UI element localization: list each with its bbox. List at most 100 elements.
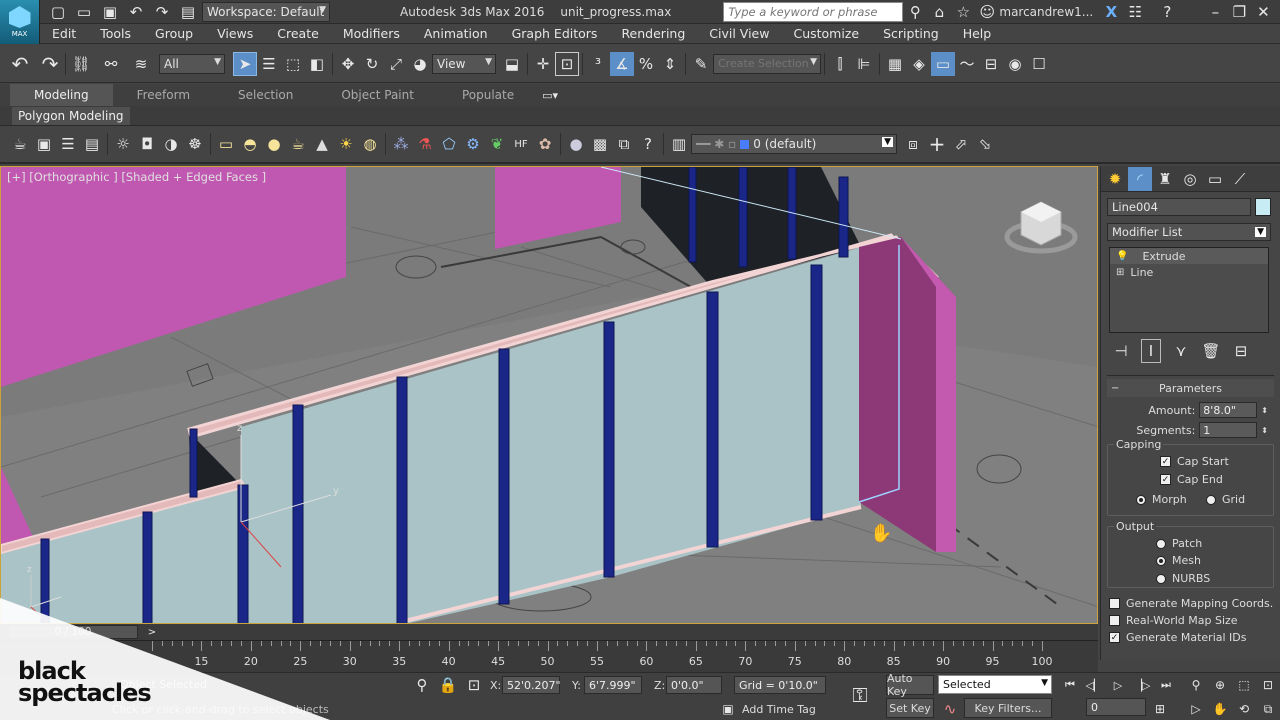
user-name[interactable]: marcandrew1... (999, 5, 1099, 19)
material-editor-icon[interactable]: ◉ (1003, 52, 1027, 76)
nurbs-radio[interactable]: NURBS (1156, 572, 1210, 585)
menu-modifiers[interactable]: Modifiers (331, 24, 412, 44)
snaps-toggle-icon[interactable]: ³ (586, 52, 610, 76)
configure-sets-icon[interactable]: ⊟ (1231, 339, 1251, 363)
generate-mapping-checkbox[interactable]: Generate Mapping Coords. (1107, 597, 1274, 610)
select-and-scale-icon[interactable]: ⤢ (384, 52, 408, 76)
hierarchy-tab-icon[interactable]: ♜ (1153, 167, 1177, 191)
help-icon[interactable]: ? (1155, 0, 1179, 24)
expand-plus-icon[interactable]: ⊞ (1116, 267, 1124, 278)
plane-icon[interactable]: ▭ (214, 132, 238, 156)
key-icon[interactable]: ⚿ (848, 683, 872, 707)
select-manipulate-icon[interactable]: ✛ (531, 52, 555, 76)
schematic-view-icon[interactable]: ⊟ (979, 52, 1003, 76)
selection-lock-icon[interactable]: 🔒 (436, 673, 460, 697)
hair-fur-icon[interactable]: HF (509, 132, 533, 156)
next-frame-icon[interactable]: ▕▷ (1130, 673, 1154, 697)
favorites-star-icon[interactable]: ☆ (951, 0, 975, 24)
layer-stack-icon[interactable]: ⧈ (901, 132, 925, 156)
new-file-icon[interactable]: ▢ (46, 0, 70, 24)
mirror-icon[interactable]: ⫿ (828, 52, 852, 76)
grid-list-icon[interactable]: ▤ (80, 132, 104, 156)
redo-icon[interactable]: ↷ (150, 0, 174, 24)
foliage-icon[interactable]: ❦ (485, 132, 509, 156)
auto-key-button[interactable]: Auto Key (886, 672, 934, 698)
named-selection-set-dropdown[interactable]: ▼ (713, 53, 821, 74)
select-and-rotate-icon[interactable]: ↻ (360, 52, 384, 76)
redo-icon[interactable]: ↷ (38, 52, 62, 76)
image-icon[interactable]: ▣ (32, 132, 56, 156)
menu-tools[interactable]: Tools (88, 24, 143, 44)
select-object-icon[interactable]: ➤ (233, 51, 257, 76)
exchange-icon[interactable]: X (1099, 0, 1123, 24)
orbit-icon[interactable]: ⟲ (1232, 697, 1256, 720)
menu-animation[interactable]: Animation (412, 24, 500, 44)
account-icon[interactable]: ☷ (1123, 0, 1147, 24)
light-lister-icon[interactable]: ☼ (111, 132, 135, 156)
keyboard-shortcut-override-icon[interactable]: ⊡ (555, 51, 579, 76)
polygon-modeling-label[interactable]: Polygon Modeling (12, 106, 130, 125)
generate-material-ids-checkbox[interactable]: ✓ Generate Material IDs (1107, 631, 1274, 644)
menu-customize[interactable]: Customize (781, 24, 871, 44)
zoom-extents-all-icon[interactable]: ⊡ (1256, 673, 1280, 697)
layer-explorer-icon[interactable]: ◈ (907, 52, 931, 76)
add-layer-icon[interactable]: + (925, 132, 949, 156)
select-and-link-icon[interactable]: ⛓ (69, 52, 93, 76)
teapot-icon[interactable]: ☕ (8, 132, 32, 156)
go-to-end-icon[interactable]: ⏭ (1154, 673, 1178, 697)
menu-group[interactable]: Group (143, 24, 205, 44)
select-and-move-icon[interactable]: ✥ (336, 52, 360, 76)
search-input[interactable] (728, 4, 899, 19)
stack-item-extrude[interactable]: 💡 Extrude (1110, 248, 1268, 264)
pivot-center-icon[interactable]: ⬓ (500, 52, 524, 76)
morph-radio[interactable]: Morph (1136, 493, 1187, 506)
pan-view-icon[interactable]: ✋ (1208, 697, 1232, 720)
angle-snap-icon[interactable]: ∡ (610, 51, 634, 76)
minimize-icon[interactable]: – (1203, 0, 1227, 24)
rectangular-selection-icon[interactable]: ⬚ (281, 52, 305, 76)
open-file-icon[interactable]: ▭ (72, 0, 96, 24)
unlink-icon[interactable]: ⚯ (99, 52, 123, 76)
viewport-orthographic[interactable]: [+] [Orthographic ] [Shaded + Edged Face… (0, 166, 1098, 624)
key-mode-dropdown[interactable]: Selected ▼ (938, 675, 1052, 694)
undo-icon[interactable]: ↶ (8, 52, 32, 76)
render-frame-icon[interactable]: ☸ (183, 132, 207, 156)
menu-edit[interactable]: Edit (40, 24, 88, 44)
window-crossing-icon[interactable]: ◧ (305, 52, 329, 76)
menu-rendering[interactable]: Rendering (609, 24, 697, 44)
grid-radio[interactable]: Grid (1206, 493, 1245, 506)
named-selection-set-input[interactable] (718, 57, 810, 70)
select-and-place-icon[interactable]: ◕ (408, 52, 432, 76)
spinner-snap-icon[interactable]: ⇕ (658, 52, 682, 76)
list-icon[interactable]: ☰ (56, 132, 80, 156)
layer-dropdown[interactable]: ━━ ✱ ▫ 0 (default) ▼ (691, 134, 897, 154)
patch-radio[interactable]: Patch (1156, 537, 1202, 550)
cap-start-checkbox[interactable]: ✓ Cap Start (1160, 455, 1229, 468)
infocenter-icon[interactable]: ⌂ (927, 0, 951, 24)
user-icon[interactable]: ☺ (975, 0, 999, 24)
menu-graph-editors[interactable]: Graph Editors (500, 24, 610, 44)
ribbon-toggle-icon[interactable]: ▭ (931, 51, 955, 76)
tab-selection[interactable]: Selection (214, 84, 317, 106)
time-slider-thumb[interactable]: 0 / 100 (8, 625, 138, 639)
align-icon[interactable]: ⊫ (852, 52, 876, 76)
zoom-extents-icon[interactable]: ⬚ (1232, 673, 1256, 697)
menu-views[interactable]: Views (205, 24, 265, 44)
workspace-dropdown[interactable]: Workspace: Default ▼ (202, 1, 330, 22)
save-icon[interactable]: ▣ (98, 0, 122, 24)
maximize-viewport-icon[interactable]: ⧉ (1256, 697, 1280, 720)
tab-object-paint[interactable]: Object Paint (317, 84, 438, 106)
hemisphere-icon[interactable]: ◓ (238, 132, 262, 156)
zoom-icon[interactable]: ⚲ (1184, 673, 1208, 697)
dynamics-icon[interactable]: ⚗ (413, 132, 437, 156)
show-end-result-icon[interactable]: I (1141, 339, 1161, 363)
current-frame-field[interactable]: 0 (1086, 698, 1146, 716)
layers-icon[interactable]: ▥ (667, 132, 691, 156)
render-icon[interactable]: ◑ (159, 132, 183, 156)
checker-icon[interactable]: ▩ (588, 132, 612, 156)
key-filters-button[interactable]: Key Filters... (964, 698, 1052, 718)
z-coord-field[interactable]: 0'0.0" (666, 676, 722, 694)
viewport-label[interactable]: [+] [Orthographic ] [Shaded + Edged Face… (7, 170, 266, 184)
time-tag-icon[interactable]: ▣ (716, 697, 740, 720)
binoculars-icon[interactable]: ⚲ (903, 0, 927, 24)
